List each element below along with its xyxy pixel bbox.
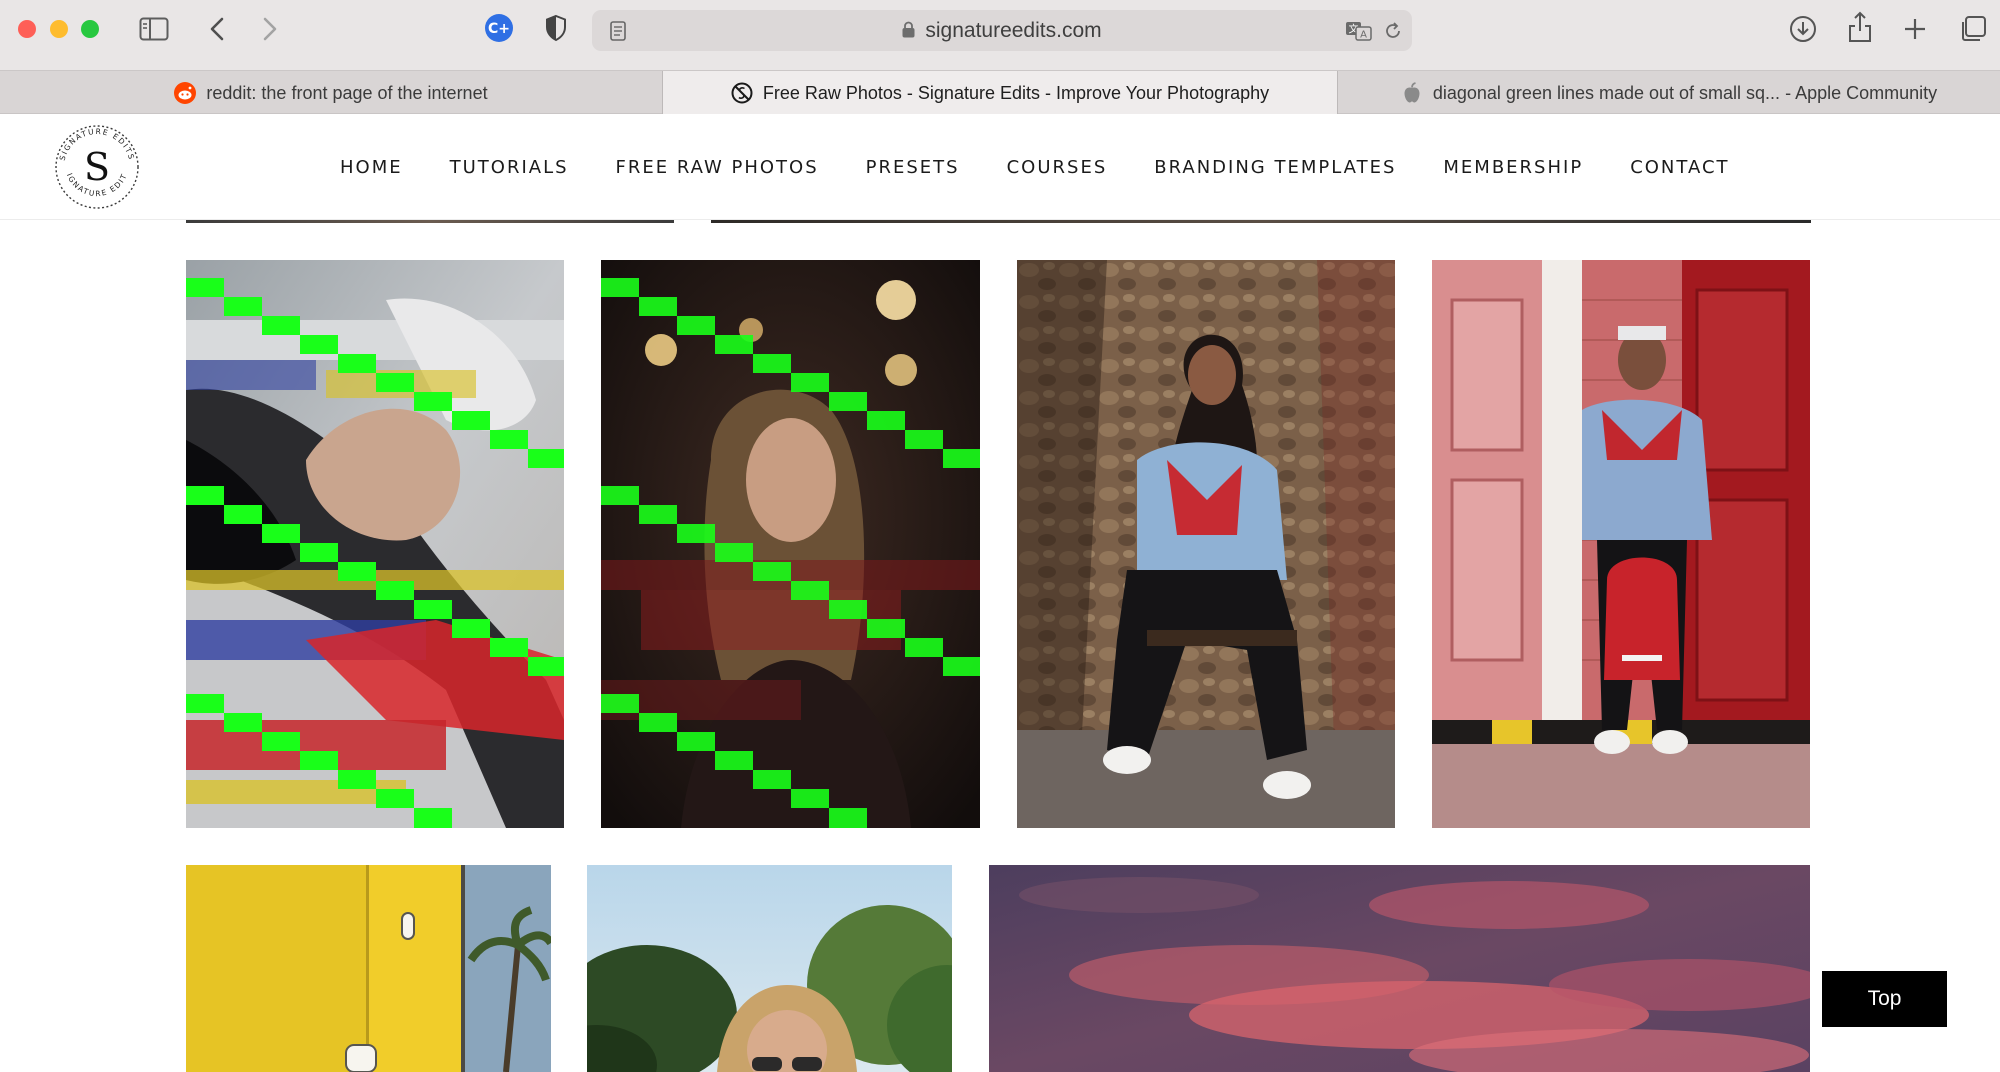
address-bar[interactable]: signatureedits.com 文A <box>592 10 1412 51</box>
browser-toolbar: C+ signatureedits.com 文A <box>0 0 2000 70</box>
previous-row-photo-edge <box>711 220 1811 223</box>
gallery-photo[interactable] <box>989 865 1810 1072</box>
gallery-photo[interactable] <box>587 865 952 1072</box>
tab-apple-community[interactable]: diagonal green lines made out of small s… <box>1338 71 2000 115</box>
tab-signature-edits[interactable]: Free Raw Photos - Signature Edits - Impr… <box>663 71 1337 115</box>
tab-label: Free Raw Photos - Signature Edits - Impr… <box>762 82 1270 103</box>
nav-membership[interactable]: MEMBERSHIP <box>1443 157 1583 178</box>
nav-courses[interactable]: COURSES <box>1007 157 1108 178</box>
forward-icon[interactable] <box>258 14 282 44</box>
minimize-window-button[interactable] <box>50 20 68 38</box>
svg-text:C+: C+ <box>488 21 510 37</box>
lock-icon <box>902 11 915 52</box>
gallery-photo[interactable] <box>186 865 551 1072</box>
downloads-icon[interactable] <box>1788 14 1818 44</box>
previous-row-photo-edge <box>186 220 674 223</box>
gallery-photo[interactable] <box>186 260 564 828</box>
svg-text:A: A <box>1360 30 1367 41</box>
tab-label: reddit: the front page of the internet <box>206 82 488 103</box>
site-header: SIGNATURE EDITS SIGNATURE EDITS S HOME T… <box>0 114 2000 220</box>
svg-text:S: S <box>84 145 110 189</box>
share-icon[interactable] <box>1845 10 1875 44</box>
main-nav: HOME TUTORIALS FREE RAW PHOTOS PRESETS C… <box>340 114 1730 220</box>
url-text: signatureedits.com <box>925 19 1102 42</box>
nav-home[interactable]: HOME <box>340 157 403 178</box>
nav-tutorials[interactable]: TUTORIALS <box>450 157 569 178</box>
nav-branding-templates[interactable]: BRANDING TEMPLATES <box>1154 157 1396 178</box>
new-tab-icon[interactable] <box>1901 15 1929 43</box>
signature-edits-icon <box>731 82 753 104</box>
sidebar-toggle-icon[interactable] <box>138 14 170 44</box>
nav-free-raw-photos[interactable]: FREE RAW PHOTOS <box>616 157 819 178</box>
reload-icon[interactable] <box>1382 20 1404 42</box>
tab-overview-icon[interactable] <box>1958 14 1988 44</box>
apple-icon <box>1401 82 1423 104</box>
gallery-photo[interactable] <box>1017 260 1395 828</box>
scroll-to-top-button[interactable]: Top <box>1822 971 1947 1027</box>
gallery-photo[interactable] <box>601 260 980 828</box>
zoom-window-button[interactable] <box>81 20 99 38</box>
reddit-icon <box>174 82 197 104</box>
tab-label: diagonal green lines made out of small s… <box>1432 82 1938 103</box>
tab-reddit[interactable]: reddit: the front page of the internet <box>0 71 662 115</box>
translate-icon[interactable]: 文A <box>1344 20 1374 42</box>
back-icon[interactable] <box>205 14 229 44</box>
gallery-photo[interactable] <box>1432 260 1810 828</box>
nav-presets[interactable]: PRESETS <box>866 157 960 178</box>
extension-c-plus-icon[interactable]: C+ <box>484 13 514 43</box>
privacy-shield-icon[interactable] <box>542 13 570 43</box>
tab-bar: reddit: the front page of the internet F… <box>0 70 2000 115</box>
signature-edits-logo[interactable]: SIGNATURE EDITS SIGNATURE EDITS S <box>49 115 142 212</box>
nav-contact[interactable]: CONTACT <box>1630 157 1729 178</box>
close-window-button[interactable] <box>18 20 36 38</box>
